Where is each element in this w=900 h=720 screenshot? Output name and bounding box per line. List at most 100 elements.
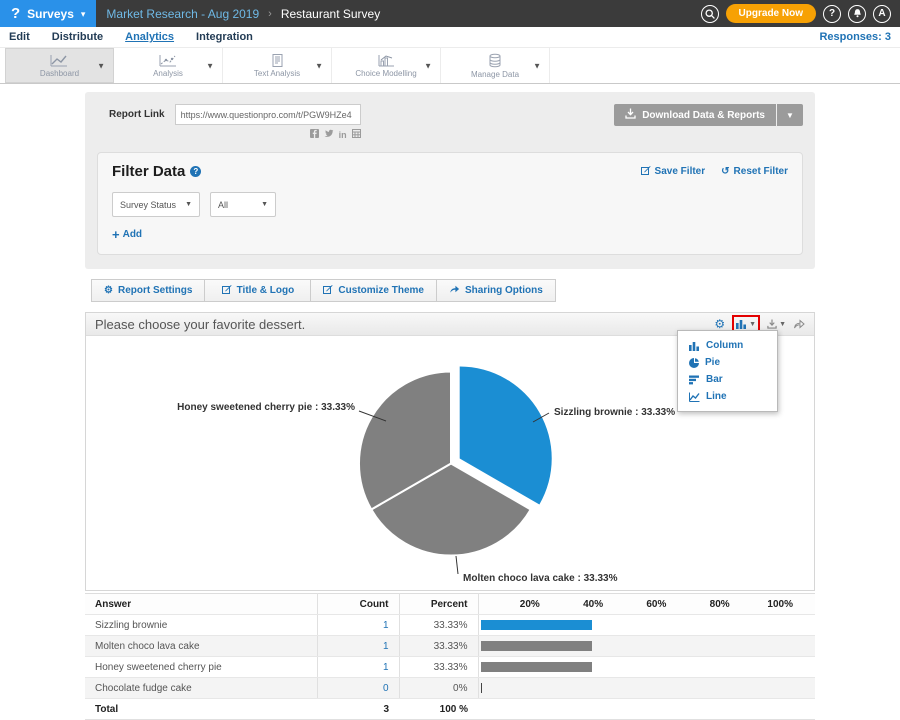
toolbar-item-text-analysis[interactable]: Text Analysis ▼	[223, 48, 332, 83]
tab-title-logo[interactable]: Title & Logo	[204, 279, 311, 302]
bar-cell	[478, 657, 815, 678]
tab-sharing-options[interactable]: Sharing Options	[436, 279, 556, 302]
menu-item-line[interactable]: Line	[678, 388, 777, 405]
nav-item-edit[interactable]: Edit	[9, 31, 30, 43]
answers-table: Answer Count Percent 20% 40% 60% 80% 100…	[85, 593, 815, 720]
nav-item-distribute[interactable]: Distribute	[52, 31, 103, 43]
notifications-bell-icon[interactable]	[848, 5, 866, 23]
chevron-down-icon: ▼	[185, 201, 192, 208]
filter-field-select[interactable]: Survey Status ▼	[112, 192, 200, 217]
percent-cell: 33.33%	[399, 636, 478, 657]
bar-chart-icon	[689, 375, 700, 385]
chevron-down-icon[interactable]: ▼	[97, 61, 105, 70]
save-filter-button[interactable]: Save Filter	[641, 165, 706, 178]
percent-bar	[481, 683, 483, 693]
filter-help-icon[interactable]: ?	[190, 166, 201, 177]
toolbar-item-choice-modelling[interactable]: Choice Modelling ▼	[332, 48, 441, 83]
scale-tick: 80%	[678, 599, 741, 610]
search-icon[interactable]	[701, 5, 719, 23]
bar-cell	[478, 636, 815, 657]
answer-header: Answer	[85, 594, 317, 615]
filter-value-select[interactable]: All ▼	[210, 192, 276, 217]
twitter-icon[interactable]	[324, 129, 334, 140]
tab-customize-theme[interactable]: Customize Theme	[310, 279, 437, 302]
toolbar-item-analysis[interactable]: Analysis ▼	[114, 48, 223, 83]
answer-cell: Honey sweetened cherry pie	[85, 657, 317, 678]
document-icon	[270, 53, 285, 68]
count-link[interactable]: 1	[317, 615, 399, 636]
responses-count[interactable]: Responses: 3	[819, 31, 891, 43]
surveys-menu[interactable]: ? Surveys ▾	[0, 0, 96, 27]
analytics-toolbar: Dashboard ▼ Analysis ▼ Text Analysis ▼ C…	[0, 48, 900, 84]
percent-cell: 33.33%	[399, 657, 478, 678]
table-header-row: Answer Count Percent 20% 40% 60% 80% 100…	[85, 594, 815, 615]
chevron-down-icon: ▼	[261, 201, 268, 208]
line-chart-icon	[49, 53, 69, 68]
chevron-down-icon: ▼	[779, 321, 786, 328]
help-button[interactable]: ?	[823, 5, 841, 23]
chart-type-button[interactable]: ▼	[736, 319, 756, 329]
download-data-reports-button[interactable]: Download Data & Reports	[614, 104, 776, 126]
chevron-down-icon[interactable]: ▼	[424, 61, 432, 70]
facebook-icon[interactable]	[310, 129, 319, 140]
filter-title: Filter Data	[112, 163, 185, 180]
scale-header: 20% 40% 60% 80% 100%	[478, 594, 815, 615]
linkedin-icon[interactable]: in	[339, 130, 347, 140]
reset-icon: ↺	[721, 166, 729, 177]
scale-tick: 100%	[742, 599, 805, 610]
nav-item-integration[interactable]: Integration	[196, 31, 253, 43]
label-leader-line	[456, 556, 458, 574]
total-bar-cell	[478, 699, 815, 720]
download-icon	[625, 108, 636, 122]
plus-icon: +	[112, 227, 120, 242]
add-filter-button[interactable]: + Add	[112, 227, 142, 242]
toolbar-item-manage-data[interactable]: Manage Data ▼	[441, 48, 550, 83]
reset-filter-button[interactable]: ↺ Reset Filter	[721, 165, 788, 178]
count-header: Count	[317, 594, 399, 615]
embed-icon[interactable]	[352, 129, 361, 140]
questionpro-logo-icon: ?	[11, 5, 20, 22]
percent-bar	[481, 641, 592, 651]
scatter-chart-icon	[158, 53, 178, 68]
pie-label-sizzling-brownie: Sizzling brownie : 33.33%	[554, 407, 675, 418]
toolbar-item-dashboard[interactable]: Dashboard ▼	[5, 48, 114, 83]
total-label: Total	[85, 699, 317, 720]
nav-item-analytics[interactable]: Analytics	[125, 31, 174, 43]
total-count: 3	[317, 699, 399, 720]
chevron-down-icon[interactable]: ▼	[315, 61, 323, 70]
chevron-down-icon: ▼	[749, 321, 756, 328]
count-link[interactable]: 1	[317, 636, 399, 657]
menu-item-bar[interactable]: Bar	[678, 371, 777, 388]
answers-tbody: Sizzling brownie133.33%Molten choco lava…	[85, 615, 815, 699]
breadcrumb: Market Research - Aug 2019 › Restaurant …	[106, 7, 380, 21]
chart-download-button[interactable]: ▼	[767, 319, 786, 329]
gears-icon: ⚙	[104, 285, 113, 296]
report-settings-tabs: ⚙ Report Settings Title & Logo Customize…	[85, 279, 815, 302]
share-arrow-icon	[449, 284, 460, 297]
percent-bar	[481, 620, 592, 630]
percent-cell: 33.33%	[399, 615, 478, 636]
tab-report-settings[interactable]: ⚙ Report Settings	[91, 279, 205, 302]
edit-icon	[323, 284, 333, 297]
chevron-down-icon[interactable]: ▼	[206, 61, 214, 70]
upgrade-now-button[interactable]: Upgrade Now	[726, 4, 816, 23]
breadcrumb-separator: ›	[268, 8, 272, 20]
report-link-input[interactable]	[175, 104, 361, 125]
column-chart-icon	[689, 341, 700, 351]
chart-settings-gears-icon[interactable]: ⚙	[714, 317, 725, 331]
menu-item-column[interactable]: Column	[678, 337, 777, 354]
avatar[interactable]: A	[873, 5, 891, 23]
percent-bar	[481, 662, 592, 672]
menu-item-pie[interactable]: Pie	[678, 354, 777, 371]
pie-label-honey-sweetened-cherry-pie: Honey sweetened cherry pie : 33.33%	[177, 402, 355, 413]
count-link[interactable]: 1	[317, 657, 399, 678]
chart-share-button[interactable]	[793, 319, 805, 329]
download-options-caret[interactable]: ▼	[777, 104, 803, 126]
total-percent: 100 %	[399, 699, 478, 720]
chart-type-menu: Column Pie Bar Line	[677, 330, 778, 412]
chevron-down-icon[interactable]: ▼	[533, 61, 541, 70]
chevron-down-icon: ▾	[81, 9, 86, 20]
breadcrumb-parent-link[interactable]: Market Research - Aug 2019	[106, 7, 259, 21]
product-label: Surveys	[27, 7, 74, 21]
total-row: Total 3 100 %	[85, 699, 815, 720]
